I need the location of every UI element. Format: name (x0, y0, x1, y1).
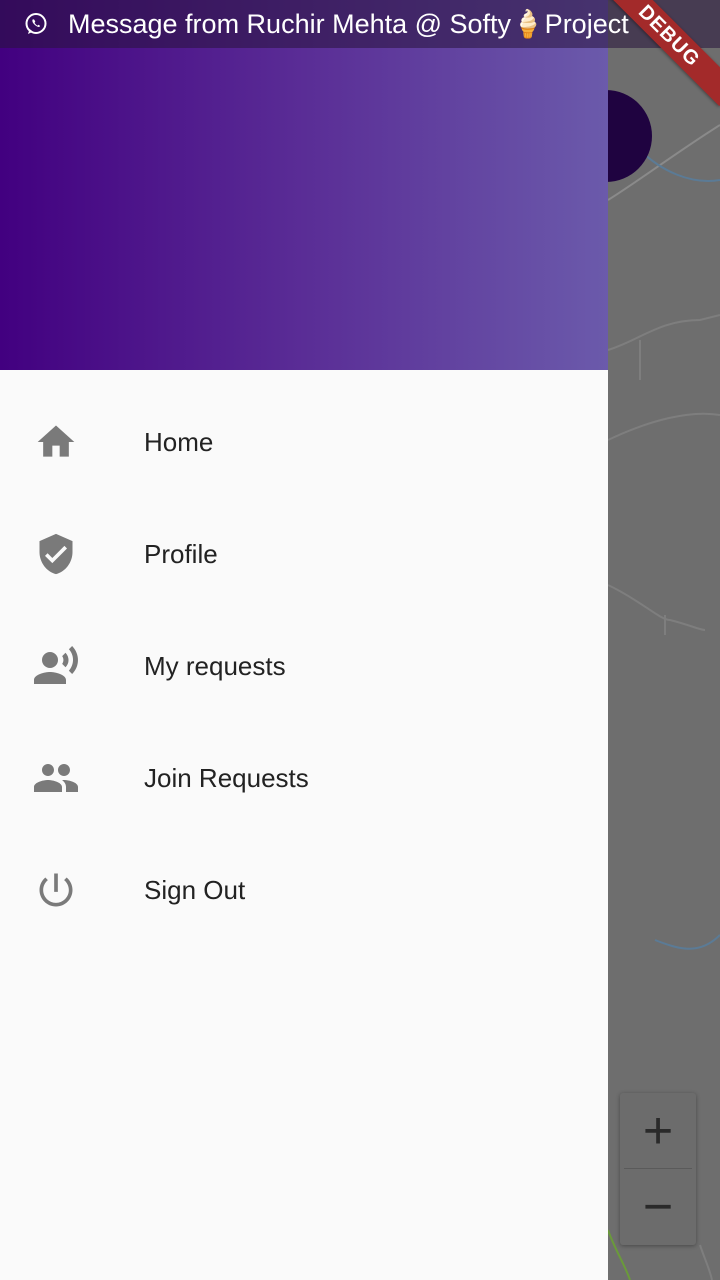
home-icon (32, 418, 80, 466)
drawer-item-sign-out[interactable]: Sign Out (0, 834, 608, 946)
drawer-item-label: Profile (144, 538, 218, 569)
zoom-controls: + − (620, 1093, 696, 1245)
navigation-drawer: Home Profile My requests Join Requests S (0, 0, 608, 1280)
drawer-item-join-requests[interactable]: Join Requests (0, 722, 608, 834)
drawer-item-label: My requests (144, 650, 286, 681)
drawer-menu: Home Profile My requests Join Requests S (0, 386, 608, 946)
drawer-header (0, 0, 608, 370)
zoom-out-button[interactable]: − (620, 1169, 696, 1244)
people-icon (32, 754, 80, 802)
status-bar-notification[interactable]: Message from Ruchir Mehta @ Softy🍦Projec… (0, 0, 720, 48)
whatsapp-icon (25, 13, 47, 34)
record-voice-icon (32, 642, 80, 690)
drawer-item-profile[interactable]: Profile (0, 498, 608, 610)
zoom-in-button[interactable]: + (620, 1093, 696, 1168)
drawer-item-label: Join Requests (144, 762, 309, 793)
drawer-item-my-requests[interactable]: My requests (0, 610, 608, 722)
notification-text: Message from Ruchir Mehta @ Softy🍦Projec… (68, 9, 629, 39)
drawer-item-label: Home (144, 426, 214, 457)
power-icon (32, 866, 80, 914)
shield-check-icon (32, 530, 80, 578)
drawer-item-label: Sign Out (144, 874, 246, 905)
drawer-item-home[interactable]: Home (0, 386, 608, 498)
